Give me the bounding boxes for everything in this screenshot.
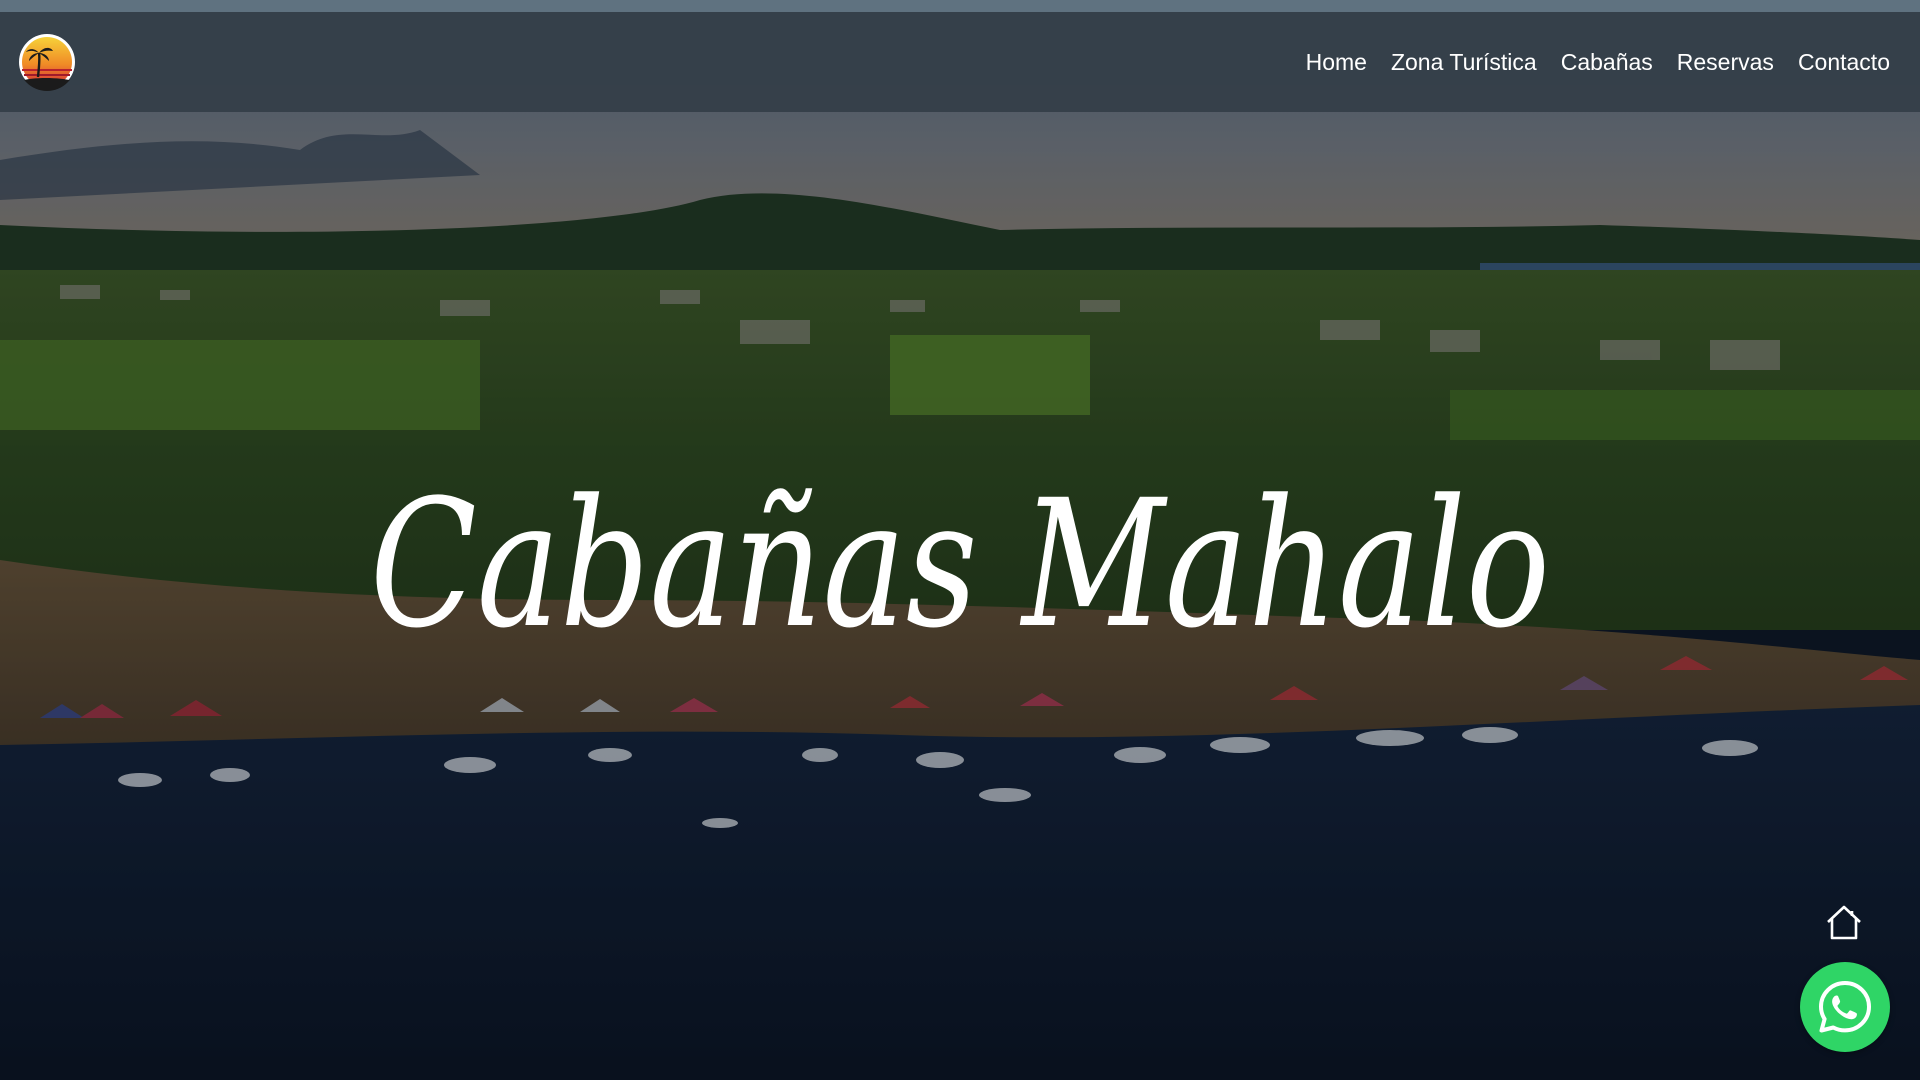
hero-title-svg: Cabañas Mahalo <box>370 462 1550 667</box>
nav-link-reservas[interactable]: Reservas <box>1677 49 1774 75</box>
site-logo[interactable] <box>18 33 76 91</box>
hero-section: Home Zona Turística Cabañas Reservas Con… <box>0 0 1920 1080</box>
top-strip <box>0 0 1920 12</box>
nav-link-zona-turistica[interactable]: Zona Turística <box>1391 49 1537 75</box>
scroll-home-button[interactable] <box>1822 902 1866 944</box>
sunset-palm-logo-icon <box>19 34 75 91</box>
whatsapp-icon <box>1819 981 1871 1033</box>
home-icon <box>1827 905 1861 940</box>
nav-link-cabanas[interactable]: Cabañas <box>1561 49 1653 75</box>
nav-link-home[interactable]: Home <box>1306 49 1367 75</box>
nav-menu: Home Zona Turística Cabañas Reservas Con… <box>1306 49 1890 76</box>
nav-link-contacto[interactable]: Contacto <box>1798 49 1890 75</box>
navbar: Home Zona Turística Cabañas Reservas Con… <box>0 12 1920 112</box>
hero-title: Cabañas Mahalo <box>370 462 1550 667</box>
hero-title-container: Cabañas Mahalo <box>0 420 1920 700</box>
whatsapp-button[interactable] <box>1800 962 1890 1052</box>
